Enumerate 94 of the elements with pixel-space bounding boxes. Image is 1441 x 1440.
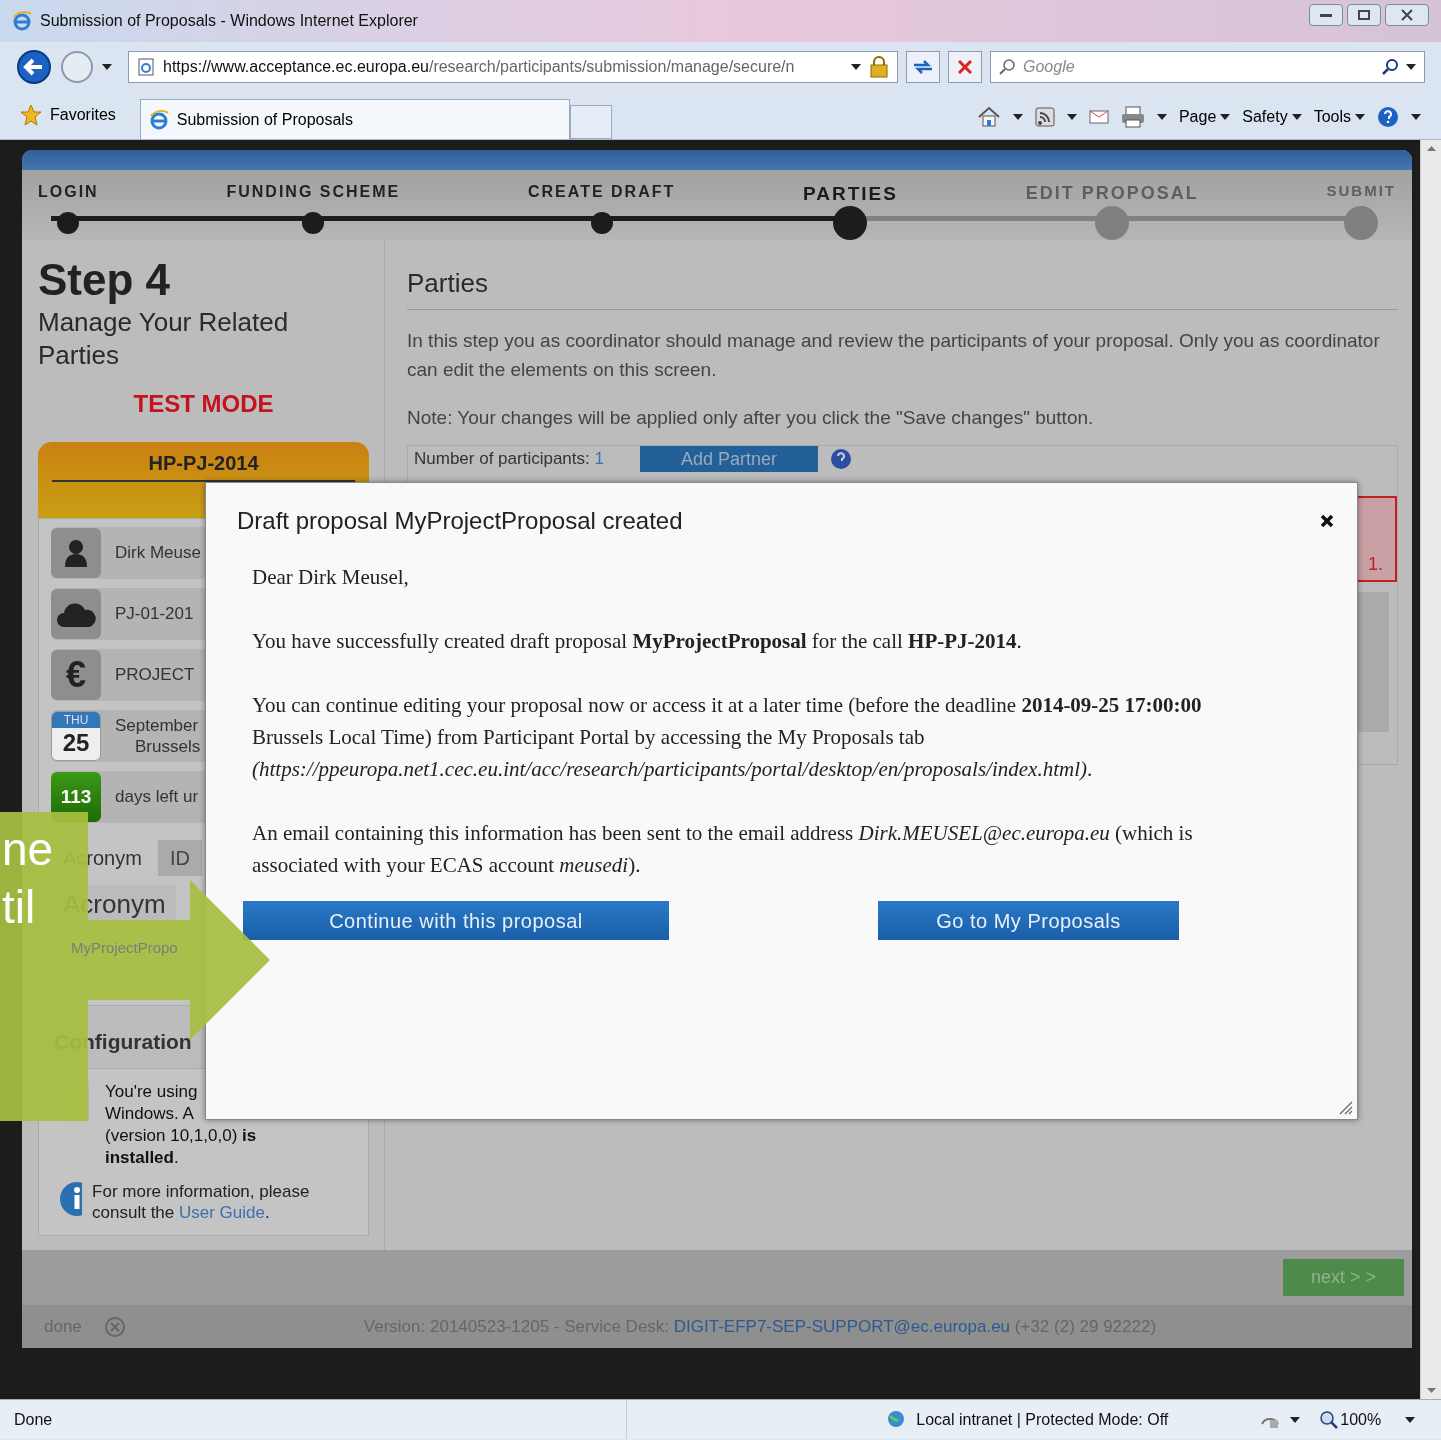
caret-icon[interactable] <box>1405 1416 1416 1423</box>
search-icon <box>999 59 1015 75</box>
browser-logo-icon <box>12 11 32 31</box>
caret-icon[interactable] <box>1411 114 1421 120</box>
browser-logo-icon <box>148 109 169 130</box>
item-text: September <box>115 715 200 736</box>
step-subtitle: Manage Your Related Parties <box>38 306 290 372</box>
cloud-icon <box>56 600 96 628</box>
item-text: Brussels <box>134 736 201 757</box>
status-text: Done <box>14 1409 53 1430</box>
calendar-day: 25 <box>62 728 90 758</box>
browser-tab[interactable]: Submission of Proposals <box>139 99 570 139</box>
dialog-paragraph: An email containing this information has been sent to the email address Dirk.MEUSEL@ec.europa.eu (which is associated with your ECAS account meusedi). <box>252 820 1194 879</box>
refresh-button[interactable] <box>906 51 940 83</box>
command-menu[interactable]: Tools <box>1313 105 1365 129</box>
minimize-button[interactable] <box>1309 4 1343 26</box>
favorites-button[interactable]: Favorites <box>12 95 124 135</box>
caret-icon[interactable] <box>851 64 861 70</box>
minimize-icon <box>1320 13 1332 17</box>
config-text-line: Windows. A <box>105 1102 195 1125</box>
item-text: PJ-01-201 <box>115 603 194 626</box>
stop-button[interactable] <box>948 51 982 83</box>
maximize-icon <box>1358 10 1370 20</box>
close-icon <box>1320 514 1334 528</box>
command-menu[interactable]: Page <box>1178 105 1231 129</box>
search-input[interactable]: Google <box>1023 55 1374 79</box>
euro-icon: € <box>66 649 86 701</box>
item-text: Dirk Meuse <box>115 542 201 565</box>
command-menu[interactable]: Safety <box>1242 105 1302 129</box>
caret-icon[interactable] <box>1012 114 1023 120</box>
star-icon <box>20 104 42 126</box>
step-label[interactable]: LOGIN <box>38 180 99 204</box>
config-text-line: You're using <box>105 1080 199 1103</box>
field-value: MyProjectPropo <box>71 938 179 958</box>
dialog-paragraph: You can continue editing your proposal now or access it at a later time (before the deadline 2014-09-25 17:00:00 Brussels Local Time) from Participant Portal by accessing the My Proposals tab (https://ppeuropa.net1.cec.eu.int/acc/research/participants/portal/desktop/en/proposals/index.html). <box>252 692 1203 783</box>
dialog-title: Draft proposal MyProjectProposal created <box>237 506 683 536</box>
printer-icon[interactable] <box>1120 106 1145 128</box>
zoom-icon <box>1320 1410 1339 1429</box>
callout-text: ne <box>2 822 54 877</box>
mail-icon[interactable] <box>1088 109 1109 125</box>
test-mode-label: TEST MODE <box>133 389 274 419</box>
config-text-line: installed. <box>105 1146 180 1169</box>
step-title: Step 4 <box>38 254 172 306</box>
person-icon <box>63 539 89 567</box>
caret-icon[interactable] <box>1066 114 1077 120</box>
caret-icon[interactable] <box>1220 114 1231 120</box>
close-icon <box>1401 9 1413 21</box>
address-field[interactable]: https://www.acceptance.ec.europa.eu/research/participants/submission/manage/secure/n <box>128 51 898 83</box>
caret-icon[interactable] <box>1406 64 1416 70</box>
caret-icon[interactable] <box>1291 114 1302 120</box>
maximize-button[interactable] <box>1347 4 1381 26</box>
step-label[interactable]: CREATE DRAFT <box>528 180 676 204</box>
lock-icon[interactable] <box>869 56 889 78</box>
scroll-down-icon[interactable] <box>1426 1388 1436 1393</box>
scrollbar[interactable] <box>1420 140 1441 1399</box>
intro-text: In this step you as coordinator should manage and review the participants of your proposal. Only you as coordinator can edit the elements on this screen. <box>407 329 1381 382</box>
scroll-up-icon[interactable] <box>1426 146 1436 151</box>
info-text: For more information, please consult the User Guide. <box>92 1180 311 1223</box>
dialog-button[interactable]: Go to My Proposals <box>878 901 1179 940</box>
refresh-icon <box>912 59 934 75</box>
dialog-button[interactable]: Continue with this proposal <box>243 901 669 940</box>
section-title: Parties <box>407 264 1398 310</box>
help-icon[interactable] <box>829 447 852 470</box>
home-icon[interactable] <box>976 106 1001 128</box>
close-button[interactable] <box>1385 4 1429 26</box>
item-text: PROJECT <box>115 664 195 687</box>
zoom-button[interactable]: 100% <box>1320 1407 1382 1432</box>
caret-icon[interactable] <box>1290 1416 1301 1423</box>
item-text: days left ur <box>115 786 199 809</box>
window-title: Submission of Proposals - Windows Internet Explorer <box>40 11 418 31</box>
page-icon <box>137 58 155 76</box>
search-icon[interactable] <box>1382 59 1398 75</box>
url-text: https://www.acceptance.ec.europa.eu/research/participants/submission/manage/secure/n <box>163 57 795 77</box>
resize-grip-icon[interactable] <box>1339 1101 1353 1115</box>
note-text: Note: Your changes will be applied only after you click the "Save changes" button. <box>407 406 1095 430</box>
back-icon[interactable] <box>16 49 52 85</box>
calendar-weekday: THU <box>52 712 100 728</box>
step-label[interactable]: FUNDING SCHEME <box>226 180 401 204</box>
dialog-paragraph: Dear Dirk Meusel, <box>252 564 410 591</box>
help-icon[interactable] <box>1377 106 1399 128</box>
step-label[interactable]: PARTIES <box>803 180 898 204</box>
caret-icon[interactable] <box>1355 114 1365 120</box>
feed-icon[interactable] <box>1034 107 1055 127</box>
sidebar-tab[interactable]: ID <box>157 840 202 876</box>
caret-icon[interactable] <box>1156 114 1167 120</box>
security-zone: Local intranet | Protected Mode: Off <box>916 1409 1169 1430</box>
callout-text: til <box>2 880 37 935</box>
config-text-line: (version 10,1,0,0) is <box>105 1124 257 1147</box>
search-field[interactable]: Google <box>990 51 1425 83</box>
info-icon <box>59 1180 83 1217</box>
stop-icon <box>958 60 972 74</box>
dialog-paragraph: You have successfully created draft proposal MyProjectProposal for the call HP-PJ-2014. <box>252 628 1023 655</box>
caret-icon[interactable] <box>102 64 112 70</box>
participants-label: Number of participants: 1 <box>414 447 604 470</box>
